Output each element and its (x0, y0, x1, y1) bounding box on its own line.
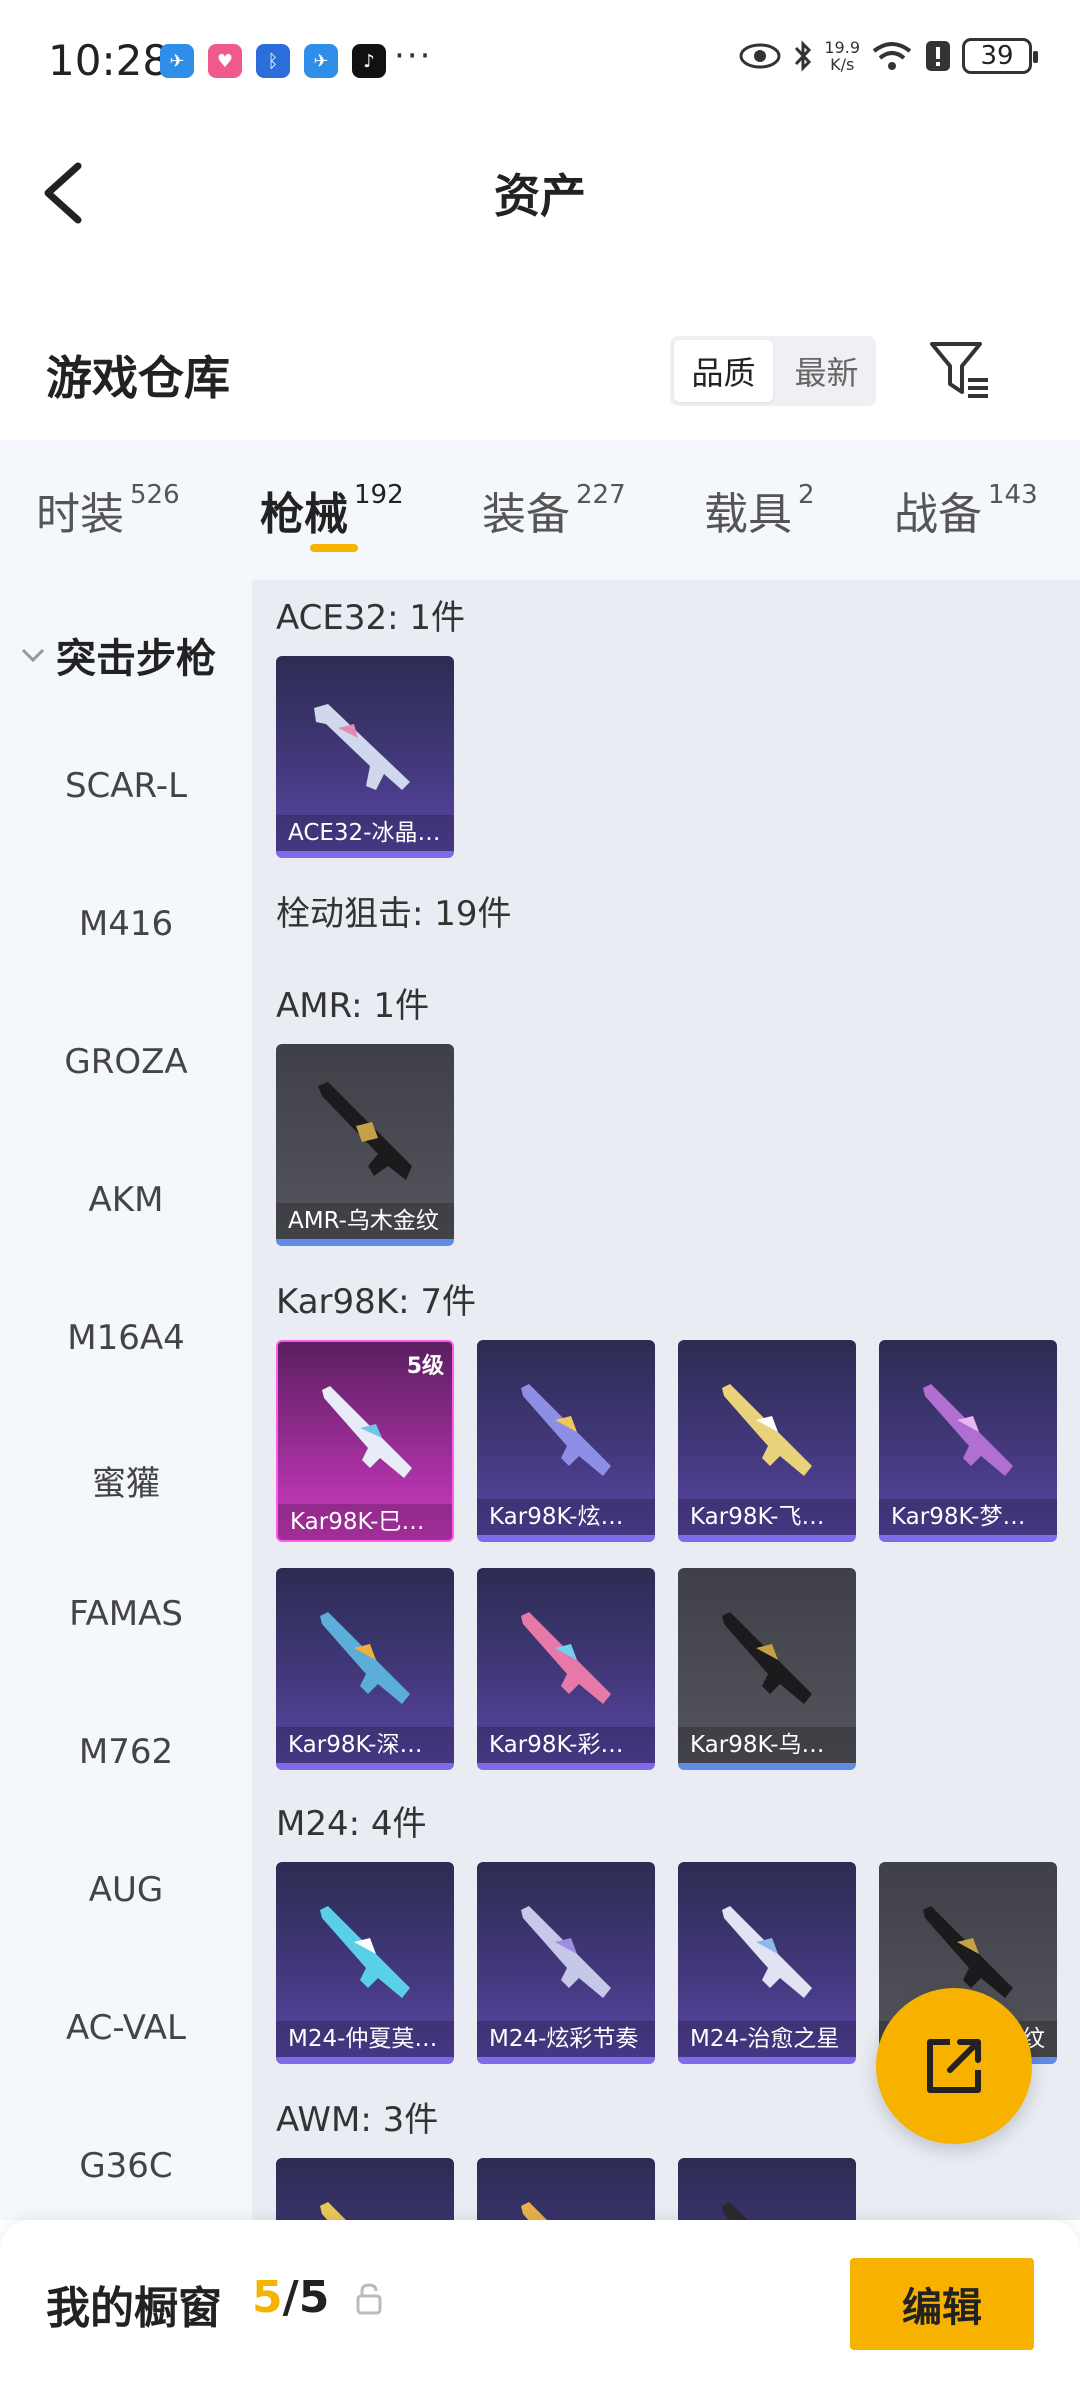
wifi-icon (872, 42, 912, 70)
share-button[interactable] (876, 1988, 1032, 2144)
tab-fashion[interactable]: 时装 526 (36, 478, 180, 542)
lock-icon (356, 2283, 382, 2315)
app-notification-icon: ♥ (208, 44, 242, 78)
battery-indicator: 39 (962, 38, 1038, 74)
tiktok-icon: ♪ (352, 44, 386, 78)
alert-icon (926, 41, 950, 71)
active-tab-indicator (310, 544, 358, 552)
skin-card[interactable] (477, 2158, 655, 2220)
sniper-icon (722, 1906, 812, 1998)
tab-vehicles[interactable]: 载具 2 (704, 478, 815, 542)
sort-by-newest-button[interactable]: 最新 (777, 336, 876, 406)
sidebar-group-assault-rifles[interactable]: 突击步枪 (20, 626, 216, 684)
warehouse-header: 游戏仓库 品质 最新 (0, 320, 1080, 440)
skin-card[interactable]: AMR-乌木金纹 (276, 1044, 454, 1246)
bluetooth-icon (795, 40, 812, 72)
weapon-type-sidebar: 突击步枪 SCAR-L M416 GROZA AKM M16A4 蜜獾 FAMA… (0, 580, 252, 2220)
sniper-icon (322, 1386, 412, 1478)
skin-card[interactable]: M24-治愈之星 (678, 1862, 856, 2064)
sidebar-item[interactable]: 蜜獾 (0, 1456, 252, 1505)
bluetooth-app-icon: ᛒ (256, 44, 290, 78)
more-notifications-icon: ··· (394, 36, 433, 76)
sniper-icon (320, 2202, 346, 2220)
sniper-icon (320, 1612, 410, 1704)
sniper-icon (521, 2202, 547, 2220)
skin-card[interactable]: Kar98K-梦… (879, 1340, 1057, 1542)
sniper-icon (722, 1612, 812, 1704)
edit-button[interactable]: 编辑 (850, 2258, 1034, 2350)
sidebar-item[interactable]: G36C (0, 2146, 252, 2186)
sidebar-item[interactable]: SCAR-L (0, 766, 252, 806)
page-title: 资产 (494, 169, 586, 223)
skin-card[interactable] (678, 2158, 856, 2220)
sniper-icon (521, 1906, 611, 1998)
section-title: 游戏仓库 (46, 351, 230, 405)
skin-card[interactable] (276, 2158, 454, 2220)
weapon-grid: ACE32: 1件 ACE32-冰晶… 栓动狙击: 19件 AMR: 1件 AM… (252, 580, 1080, 2220)
status-bar: 10:28 ✈ ♥ ᛒ ✈ ♪ ··· 19.9 K/s 39 (0, 0, 1080, 120)
sidebar-item[interactable]: FAMAS (0, 1594, 252, 1634)
group-title: Kar98K: 7件 (276, 1282, 476, 1322)
filter-icon[interactable] (928, 338, 992, 402)
sniper-icon (521, 1384, 611, 1476)
group-title: 栓动狙击: 19件 (276, 894, 512, 934)
rifle-icon (314, 704, 410, 790)
tab-supplies[interactable]: 战备 143 (894, 478, 1038, 542)
showcase-title: 我的橱窗 (46, 2283, 222, 2334)
share-icon (927, 2039, 981, 2093)
notification-icons: ✈ ♥ ᛒ ✈ ♪ (160, 44, 386, 78)
group-title: AMR: 1件 (276, 986, 430, 1026)
eye-icon (739, 43, 781, 69)
sidebar-item[interactable]: AC-VAL (0, 2008, 252, 2048)
app-notification-icon: ✈ (304, 44, 338, 78)
sidebar-item[interactable]: M762 (0, 1732, 252, 1772)
skin-card[interactable]: Kar98K-飞… (678, 1340, 856, 1542)
skin-card[interactable]: 5级 Kar98K-巳… (276, 1340, 454, 1542)
group-title: M24: 4件 (276, 1804, 427, 1844)
status-time: 10:28 (48, 36, 170, 85)
group-title: ACE32: 1件 (276, 598, 466, 638)
sort-by-quality-button[interactable]: 品质 (674, 340, 773, 402)
sidebar-item[interactable]: M16A4 (0, 1318, 252, 1358)
category-tabs: 时装 526 枪械 192 装备 227 载具 2 战备 143 (0, 440, 1080, 580)
sort-toggle: 品质 最新 (670, 336, 876, 406)
skin-card[interactable]: M24-炫彩节奏 (477, 1862, 655, 2064)
tab-equipment[interactable]: 装备 227 (482, 478, 626, 542)
skin-card[interactable]: Kar98K-深… (276, 1568, 454, 1770)
sniper-icon (722, 1384, 812, 1476)
network-speed: 19.9 K/s (824, 38, 860, 74)
sidebar-item[interactable]: AUG (0, 1870, 252, 1910)
showcase-bar: 我的橱窗 5/5 编辑 (0, 2220, 1080, 2382)
sniper-icon (320, 1906, 410, 1998)
skin-card[interactable]: Kar98K-彩… (477, 1568, 655, 1770)
skin-card[interactable]: ACE32-冰晶… (276, 656, 454, 858)
skin-card[interactable]: Kar98K-乌… (678, 1568, 856, 1770)
sidebar-item[interactable]: AKM (0, 1180, 252, 1220)
showcase-count: 5/5 (252, 2272, 330, 2323)
chevron-down-icon (21, 648, 45, 663)
skin-card[interactable]: M24-仲夏莫… (276, 1862, 454, 2064)
sniper-icon (923, 1384, 1013, 1476)
app-header: 资产 (0, 120, 1080, 260)
skin-card[interactable]: Kar98K-炫… (477, 1340, 655, 1542)
sidebar-item[interactable]: M416 (0, 904, 252, 944)
tab-weapons[interactable]: 枪械 192 (260, 478, 404, 542)
sidebar-item[interactable]: GROZA (0, 1042, 252, 1082)
sniper-icon (521, 1612, 611, 1704)
sniper-icon (722, 2202, 748, 2220)
group-title: AWM: 3件 (276, 2100, 439, 2140)
sniper-icon (318, 1082, 412, 1180)
app-notification-icon: ✈ (160, 44, 194, 78)
